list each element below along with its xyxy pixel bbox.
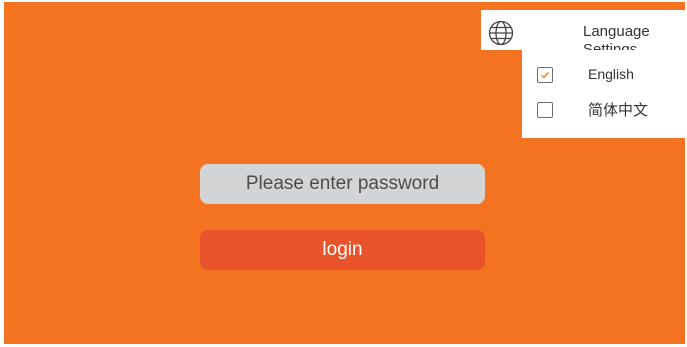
login-button[interactable]: login [200,230,485,270]
english-checkbox[interactable] [537,67,553,83]
password-input[interactable] [200,164,485,204]
language-option-english[interactable]: English [522,61,685,89]
chinese-label: 简体中文 [588,101,649,119]
language-settings-title-line1: Language [583,23,650,40]
globe-icon[interactable] [487,19,515,47]
language-option-chinese[interactable]: 简体中文 [522,96,685,124]
login-screen: login Language Settings English [4,2,685,344]
english-label: English [588,66,634,82]
language-menu-panel: English 简体中文 [522,50,685,138]
check-icon [541,71,550,79]
language-menu-header[interactable]: Language Settings [481,10,685,58]
chinese-checkbox[interactable] [537,102,553,118]
